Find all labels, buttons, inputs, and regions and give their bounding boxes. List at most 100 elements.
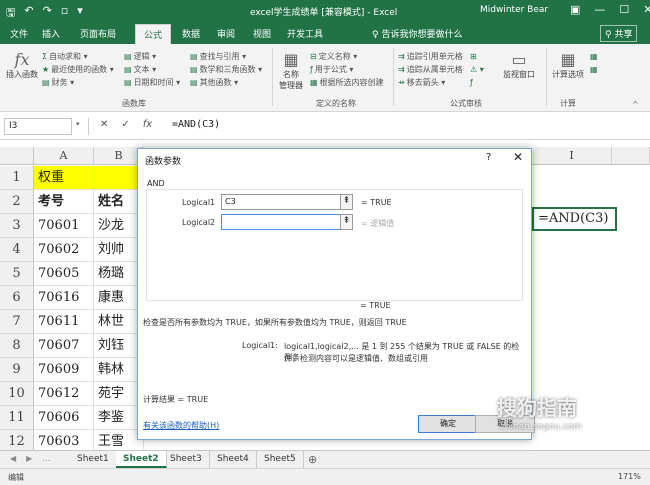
row-header[interactable]: 6 [0, 286, 34, 310]
tab-formulas[interactable]: 公式 [135, 24, 172, 44]
row-header[interactable]: 1 [0, 166, 34, 190]
selected-cell-i3[interactable]: =AND(C3) [532, 207, 617, 231]
tab-review[interactable]: 审阅 [217, 27, 235, 40]
row-header[interactable]: 10 [0, 382, 34, 406]
calc-sheet-icon[interactable]: ▦ [590, 63, 598, 76]
trace-precedents-button[interactable]: ⇉ 追踪引用单元格 [398, 50, 463, 63]
cell-a[interactable]: 70616 [34, 286, 94, 310]
cell-a[interactable]: 70602 [34, 238, 94, 262]
name-manager-button[interactable]: ▦ 名称 管理器 [276, 50, 306, 91]
ok-button[interactable]: 确定 [418, 415, 478, 433]
column-header-i[interactable]: I [532, 147, 612, 165]
sheet-tab[interactable]: Sheet5 [257, 451, 304, 468]
evaluate-formula-icon[interactable]: ƒ [470, 76, 484, 89]
new-doc-icon[interactable]: ▫ [61, 4, 68, 23]
autosum-button[interactable]: Σ 自动求和 ▾ [42, 50, 114, 63]
row-header[interactable]: 5 [0, 262, 34, 286]
cell-a[interactable]: 70607 [34, 334, 94, 358]
insert-function-button[interactable]: fx 插入函数 [6, 50, 38, 80]
sheet-tab-active[interactable]: Sheet2 [116, 451, 167, 468]
cell-a[interactable]: 考号 [34, 190, 94, 214]
row-header[interactable]: 9 [0, 358, 34, 382]
logical1-input[interactable]: C3 [221, 194, 341, 210]
use-in-formula-button[interactable]: ƒ 用于公式 ▾ [310, 63, 384, 76]
function-help-link[interactable]: 有关该函数的帮助(H) [143, 420, 219, 431]
financial-button[interactable]: ▤ 财务 ▾ [42, 76, 114, 89]
prev-sheet-icon[interactable]: ◀ [10, 454, 16, 463]
tell-me-box[interactable]: ♀ 告诉我你想要做什么 [372, 27, 462, 40]
cell-a[interactable]: 70612 [34, 382, 94, 406]
row-header[interactable]: 12 [0, 430, 34, 450]
cancel-icon[interactable]: ✕ [100, 119, 108, 130]
recent-functions-button[interactable]: ★ 最近使用的函数 ▾ [42, 63, 114, 76]
close-window-icon[interactable]: ✕ [643, 3, 650, 16]
row-header[interactable]: 7 [0, 310, 34, 334]
name-box[interactable]: I3 [4, 118, 72, 135]
remove-arrows-button[interactable]: ⇸ 移去箭头 ▾ [398, 76, 463, 89]
redo-icon[interactable]: ↷ [43, 4, 52, 23]
logical-button[interactable]: ▤ 逻辑 ▾ [124, 50, 180, 63]
tab-file[interactable]: 文件 [10, 27, 28, 40]
sheet-tab[interactable]: Sheet1 [70, 451, 117, 468]
math-trig-button[interactable]: ▤ 数学和三角函数 ▾ [190, 63, 262, 76]
name-box-dropdown-icon[interactable]: ▾ [76, 120, 80, 128]
confirm-icon[interactable]: ✓ [121, 119, 129, 130]
user-name[interactable]: Midwinter Bear [480, 5, 548, 15]
column-header[interactable] [612, 147, 650, 165]
ribbon-display-icon[interactable]: ▣ [570, 3, 580, 16]
show-formulas-icon[interactable]: ⊞ [470, 50, 484, 63]
tab-view[interactable]: 视图 [253, 27, 271, 40]
minimize-icon[interactable]: — [594, 3, 605, 16]
row-header[interactable]: 2 [0, 190, 34, 214]
row-header[interactable]: 3 [0, 214, 34, 238]
zoom-level[interactable]: 171% [618, 472, 641, 481]
close-icon[interactable]: ✕ [513, 150, 523, 164]
row-header[interactable]: 11 [0, 406, 34, 430]
sheet-tab[interactable]: Sheet4 [210, 451, 257, 468]
text-button[interactable]: ▤ 文本 ▾ [124, 63, 180, 76]
cell-a[interactable]: 70605 [34, 262, 94, 286]
cell-a[interactable]: 70606 [34, 406, 94, 430]
undo-icon[interactable]: ↶ [24, 4, 33, 23]
next-sheet-icon[interactable]: ▶ [26, 454, 32, 463]
collapse-dialog-icon[interactable]: ⇞ [340, 194, 353, 210]
maximize-icon[interactable]: ☐ [619, 3, 629, 16]
calculation-options-button[interactable]: ▦ 计算选项 [550, 50, 586, 80]
help-icon[interactable]: ? [486, 152, 491, 163]
calc-now-icon[interactable]: ▦ [590, 50, 598, 63]
row-header[interactable]: 4 [0, 238, 34, 262]
share-button[interactable]: ⚲ 共享 [600, 25, 638, 42]
tab-page-layout[interactable]: 页面布局 [80, 27, 116, 40]
formula-input[interactable]: =AND(C3) [172, 119, 220, 130]
cell-a[interactable]: 70603 [34, 430, 94, 450]
datetime-button[interactable]: ▤ 日期和时间 ▾ [124, 76, 180, 89]
logical2-input[interactable] [221, 214, 341, 230]
row-header[interactable]: 8 [0, 334, 34, 358]
error-checking-icon[interactable]: ⚠ ▾ [470, 63, 484, 76]
collapse-ribbon-icon[interactable]: ^ [632, 100, 639, 109]
create-from-selection-button[interactable]: ▦ 根据所选内容创建 [310, 76, 384, 89]
more-sheets-icon[interactable]: … [42, 454, 50, 463]
trace-dependents-button[interactable]: ⇉ 追踪从属单元格 [398, 63, 463, 76]
cell-a[interactable]: 70611 [34, 310, 94, 334]
watermark-url: zhinan.sogou.com [500, 422, 582, 432]
trace-precedents-label: 追踪引用单元格 [406, 52, 463, 61]
more-functions-button[interactable]: ▤ 其他函数 ▾ [190, 76, 262, 89]
watch-window-button[interactable]: ▭ 监视窗口 [500, 50, 538, 80]
select-all-corner[interactable] [0, 147, 34, 165]
tab-data[interactable]: 数据 [182, 27, 200, 40]
cell-a[interactable]: 70601 [34, 214, 94, 238]
cell-a[interactable]: 70609 [34, 358, 94, 382]
customize-qat-icon[interactable]: ▾ [77, 4, 83, 23]
add-sheet-icon[interactable]: ⊕ [308, 453, 317, 466]
sheet-tab[interactable]: Sheet3 [163, 451, 210, 468]
tab-developer[interactable]: 开发工具 [287, 27, 323, 40]
save-icon[interactable]: 🖫 [6, 4, 15, 23]
cell-a[interactable]: 权重 [34, 166, 94, 190]
tab-insert[interactable]: 插入 [42, 27, 60, 40]
column-header-a[interactable]: A [34, 147, 94, 165]
fx-icon[interactable]: fx [143, 119, 152, 130]
define-name-button[interactable]: ⊟ 定义名称 ▾ [310, 50, 384, 63]
lookup-button[interactable]: ▤ 查找与引用 ▾ [190, 50, 262, 63]
collapse-dialog-icon[interactable]: ⇞ [340, 214, 353, 230]
